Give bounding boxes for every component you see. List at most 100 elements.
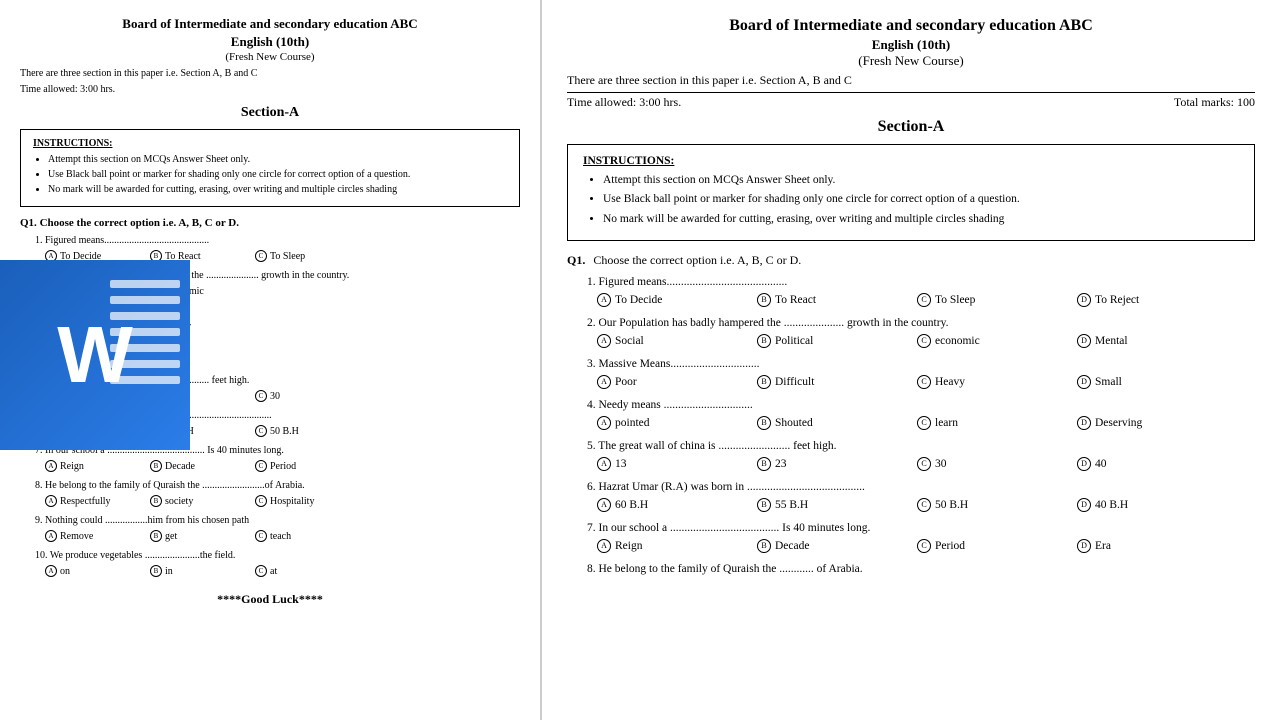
left-question-8: 8. He belong to the family of Quraish th… xyxy=(20,480,520,507)
right-question-7: 7. In our school a .....................… xyxy=(567,522,1255,553)
left-q8-circle-c: C xyxy=(255,495,267,507)
right-q5-circle-a: A xyxy=(597,457,611,471)
right-q7-circle-a: A xyxy=(597,539,611,553)
left-q7-circle-b: B xyxy=(150,460,162,472)
word-icon-line-2 xyxy=(110,296,180,304)
right-section-label: Section-A xyxy=(567,118,1255,136)
left-q10-circle-c: C xyxy=(255,565,267,577)
right-q3-text: 3. Massive Means........................… xyxy=(567,358,1255,370)
left-q7-opt-c: C Period xyxy=(255,460,355,472)
left-instructions-box: INSTRUCTIONS: Attempt this section on MC… xyxy=(20,129,520,207)
left-q10-circle-b: B xyxy=(150,565,162,577)
right-q1-opt-c: C To Sleep xyxy=(917,293,1077,307)
right-q6-opt-b: B 55 B.H xyxy=(757,498,917,512)
right-q7-circle-c: C xyxy=(917,539,931,553)
right-q7-opt-a: A Reign xyxy=(597,539,757,553)
right-info-row1: There are three section in this paper i.… xyxy=(567,73,1255,93)
left-section-info: There are three section in this paper i.… xyxy=(20,68,520,79)
right-q4-circle-c: C xyxy=(917,416,931,430)
left-inst-title: INSTRUCTIONS: xyxy=(33,138,507,149)
left-course: (Fresh New Course) xyxy=(20,51,520,63)
left-q7-options: A Reign B Decade C Period xyxy=(20,460,520,472)
right-q3-circle-c: C xyxy=(917,375,931,389)
right-q2-options: A Social B Political C economic D Mental xyxy=(567,334,1255,348)
right-q6-circle-a: A xyxy=(597,498,611,512)
left-section-label: Section-A xyxy=(20,105,520,121)
left-q5-opt-c: C 30 xyxy=(255,390,355,402)
right-q6-circle-d: D xyxy=(1077,498,1091,512)
right-q3-circle-a: A xyxy=(597,375,611,389)
right-question-8: 8. He belong to the family of Quraish th… xyxy=(567,563,1255,575)
right-course: (Fresh New Course) xyxy=(567,53,1255,69)
right-instructions-box: INSTRUCTIONS: Attempt this section on MC… xyxy=(567,144,1255,240)
left-q10-options: A on B in C at xyxy=(20,565,520,577)
right-q6-opt-c: C 50 B.H xyxy=(917,498,1077,512)
right-q3-opt-d: D Small xyxy=(1077,375,1237,389)
left-q9-opt-c: C teach xyxy=(255,530,355,542)
right-section-info: There are three section in this paper i.… xyxy=(567,73,852,88)
left-q10-circle-a: A xyxy=(45,565,57,577)
right-info-row2: Time allowed: 3:00 hrs. Total marks: 100 xyxy=(567,95,1255,110)
right-q5-opt-d: D 40 xyxy=(1077,457,1237,471)
right-q1-opt-d: D To Reject xyxy=(1077,293,1237,307)
right-q2-opt-a: A Social xyxy=(597,334,757,348)
left-q9-text: 9. Nothing could .................him fr… xyxy=(20,515,520,526)
left-q1-text: 1. Figured means........................… xyxy=(20,235,520,246)
left-q7-circle-c: C xyxy=(255,460,267,472)
right-q2-opt-d: D Mental xyxy=(1077,334,1237,348)
right-q4-opt-c: C learn xyxy=(917,416,1077,430)
right-question-3: 3. Massive Means........................… xyxy=(567,358,1255,389)
right-inst-title: INSTRUCTIONS: xyxy=(583,155,1239,167)
right-q6-circle-c: C xyxy=(917,498,931,512)
left-q7-opt-b: B Decade xyxy=(150,460,250,472)
right-q8-text: 8. He belong to the family of Quraish th… xyxy=(567,563,1255,575)
left-q5-circle-c: C xyxy=(255,390,267,402)
right-q5-circle-b: B xyxy=(757,457,771,471)
right-q5-circle-c: C xyxy=(917,457,931,471)
right-q5-options: A 13 B 23 C 30 D 40 xyxy=(567,457,1255,471)
right-q5-opt-b: B 23 xyxy=(757,457,917,471)
right-q1-opt-b: B To React xyxy=(757,293,917,307)
left-panel: Board of Intermediate and secondary educ… xyxy=(0,0,540,720)
right-q2-circle-c: C xyxy=(917,334,931,348)
right-q1-text: 1. Figured means........................… xyxy=(567,276,1255,288)
right-time: Time allowed: 3:00 hrs. xyxy=(567,95,681,110)
left-q9-opt-b: B get xyxy=(150,530,250,542)
right-q3-circle-d: D xyxy=(1077,375,1091,389)
right-q4-opt-a: A pointed xyxy=(597,416,757,430)
right-question-1: 1. Figured means........................… xyxy=(567,276,1255,307)
left-q8-opt-b: B society xyxy=(150,495,250,507)
right-question-2: 2. Our Population has badly hampered the… xyxy=(567,317,1255,348)
left-inst-item-2: Use Black ball point or marker for shadi… xyxy=(48,168,507,181)
right-q6-circle-b: B xyxy=(757,498,771,512)
right-q7-circle-b: B xyxy=(757,539,771,553)
left-q8-opt-a: A Respectfully xyxy=(45,495,145,507)
right-q2-opt-c: C economic xyxy=(917,334,1077,348)
left-q6-opt-c: C 50 B.H xyxy=(255,425,355,437)
left-inst-item-1: Attempt this section on MCQs Answer Shee… xyxy=(48,153,507,166)
left-q10-opt-a: A on xyxy=(45,565,145,577)
right-q5-opt-c: C 30 xyxy=(917,457,1077,471)
left-q1-header: Q1. Choose the correct option i.e. A, B,… xyxy=(20,217,520,229)
left-q8-circle-a: A xyxy=(45,495,57,507)
right-q3-opt-b: B Difficult xyxy=(757,375,917,389)
left-q8-text: 8. He belong to the family of Quraish th… xyxy=(20,480,520,491)
word-icon: W xyxy=(0,260,190,450)
right-q4-circle-d: D xyxy=(1077,416,1091,430)
right-q1-opt-a: A To Decide xyxy=(597,293,757,307)
right-q2-opt-b: B Political xyxy=(757,334,917,348)
right-q4-options: A pointed B Shouted C learn D Deserving xyxy=(567,416,1255,430)
right-subtitle: English (10th) xyxy=(567,37,1255,53)
right-q7-opt-c: C Period xyxy=(917,539,1077,553)
right-inst-item-2: Use Black ball point or marker for shadi… xyxy=(603,191,1239,207)
left-q10-opt-b: B in xyxy=(150,565,250,577)
right-q1-circle-d: D xyxy=(1077,293,1091,307)
right-q2-circle-b: B xyxy=(757,334,771,348)
left-q9-opt-a: A Remove xyxy=(45,530,145,542)
left-title: Board of Intermediate and secondary educ… xyxy=(20,15,520,51)
left-q6-circle-c: C xyxy=(255,425,267,437)
left-inst-item-3: No mark will be awarded for cutting, era… xyxy=(48,183,507,196)
right-title: Board of Intermediate and secondary educ… xyxy=(567,15,1255,37)
right-q4-opt-b: B Shouted xyxy=(757,416,917,430)
left-time: Time allowed: 3:00 hrs. xyxy=(20,84,520,95)
